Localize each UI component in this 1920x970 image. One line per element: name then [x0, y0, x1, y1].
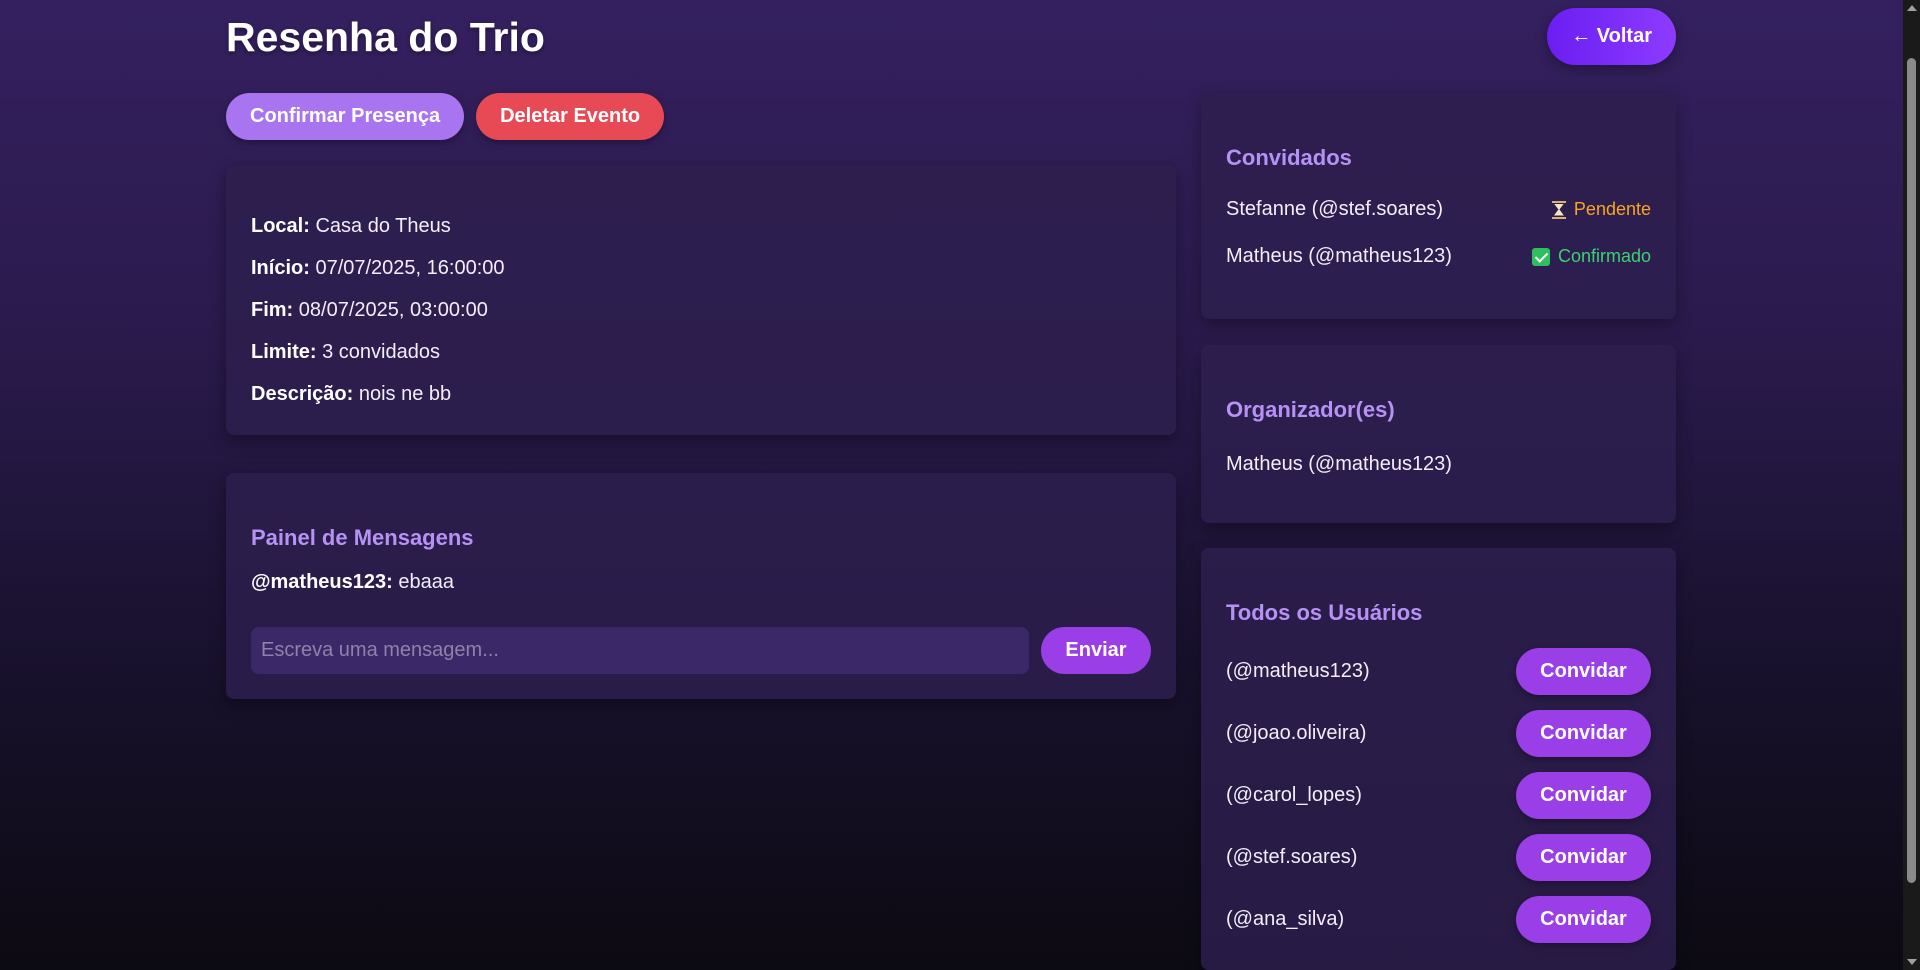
detail-description: Descrição: nois ne bb — [251, 373, 1151, 415]
invite-button[interactable]: Convidar — [1516, 647, 1651, 695]
hourglass-icon — [1551, 200, 1566, 219]
guest-status-badge: Confirmado — [1531, 246, 1651, 267]
user-list: (@matheus123) Convidar (@joao.oliveira) … — [1226, 640, 1651, 950]
detail-local-label: Local: — [251, 215, 310, 237]
detail-limit-value: 3 convidados — [322, 341, 440, 363]
page-header: Resenha do Trio ← Voltar — [226, 8, 1676, 72]
guest-list: Stefanne (@stef.soares) Pendente Matheus… — [1226, 186, 1651, 280]
detail-local: Local: Casa do Theus — [251, 205, 1151, 247]
message-author: @matheus123: — [251, 571, 393, 593]
user-row: (@joao.oliveira) Convidar — [1226, 702, 1651, 764]
guest-name: Stefanne (@stef.soares) — [1226, 198, 1444, 220]
detail-limit-label: Limite: — [251, 341, 317, 363]
confirm-presence-button[interactable]: Confirmar Presença — [226, 93, 465, 140]
detail-description-value: nois ne bb — [358, 383, 452, 405]
user-handle: (@matheus123) — [1226, 659, 1370, 682]
scroll-up-arrow-icon[interactable] — [1907, 5, 1917, 11]
user-handle: (@ana_silva) — [1226, 907, 1345, 930]
organizer-name: Matheus (@matheus123) — [1226, 453, 1452, 475]
guest-row: Matheus (@matheus123) Confirmado — [1226, 233, 1651, 280]
scroll-down-arrow-icon[interactable] — [1907, 959, 1917, 965]
detail-start: Início: 07/07/2025, 16:00:00 — [251, 247, 1151, 289]
invite-button[interactable]: Convidar — [1516, 895, 1651, 943]
user-row: (@matheus123) Convidar — [1226, 640, 1651, 702]
user-row: (@carol_lopes) Convidar — [1226, 764, 1651, 826]
guest-name: Matheus (@matheus123) — [1226, 245, 1452, 267]
detail-start-label: Início: — [251, 257, 310, 279]
user-row: (@stef.soares) Convidar — [1226, 826, 1651, 888]
messages-title: Painel de Mensagens — [251, 525, 474, 550]
organizers-card: Organizador(es) Matheus (@matheus123) — [1201, 345, 1676, 523]
user-handle: (@stef.soares) — [1226, 845, 1358, 868]
guest-status-badge: Pendente — [1551, 199, 1651, 220]
guest-row: Stefanne (@stef.soares) Pendente — [1226, 186, 1651, 233]
delete-event-button[interactable]: Deletar Evento — [476, 93, 665, 140]
user-handle: (@carol_lopes) — [1226, 783, 1362, 806]
invite-button[interactable]: Convidar — [1516, 771, 1651, 819]
scrollbar-thumb[interactable] — [1907, 58, 1916, 883]
detail-description-label: Descrição: — [251, 383, 354, 405]
guest-status-text: Pendente — [1573, 199, 1651, 219]
detail-end-label: Fim: — [251, 299, 294, 321]
all-users-card: Todos os Usuários (@matheus123) Convidar… — [1201, 548, 1676, 970]
vertical-scrollbar[interactable] — [1903, 0, 1920, 970]
detail-local-value: Casa do Theus — [315, 215, 451, 237]
invite-button[interactable]: Convidar — [1516, 709, 1651, 757]
organizers-title: Organizador(es) — [1226, 397, 1395, 422]
detail-limit: Limite: 3 convidados — [251, 331, 1151, 373]
guests-card: Convidados Stefanne (@stef.soares) Pende… — [1201, 93, 1676, 319]
message-text: ebaaa — [398, 571, 454, 593]
guest-status-text: Confirmado — [1557, 246, 1651, 266]
message-form: Enviar — [251, 627, 1151, 674]
back-button[interactable]: ← Voltar — [1547, 8, 1676, 65]
check-icon — [1531, 247, 1550, 266]
event-page: Resenha do Trio ← Voltar Confirmar Prese… — [226, 0, 1676, 970]
detail-end-value: 08/07/2025, 03:00:00 — [298, 299, 488, 321]
detail-start-value: 07/07/2025, 16:00:00 — [315, 257, 505, 279]
page-title: Resenha do Trio — [226, 14, 545, 60]
event-details-card: Local: Casa do Theus Início: 07/07/2025,… — [226, 165, 1176, 435]
guests-title: Convidados — [1226, 145, 1352, 170]
user-row: (@ana_silva) Convidar — [1226, 888, 1651, 950]
message-item: @matheus123: ebaaa — [251, 571, 1151, 594]
user-handle: (@joao.oliveira) — [1226, 721, 1367, 744]
message-input[interactable] — [251, 627, 1029, 674]
messages-panel: Painel de Mensagens @matheus123: ebaaa E… — [226, 473, 1176, 699]
invite-button[interactable]: Convidar — [1516, 833, 1651, 881]
users-title: Todos os Usuários — [1226, 600, 1423, 625]
detail-end: Fim: 08/07/2025, 03:00:00 — [251, 289, 1151, 331]
send-message-button[interactable]: Enviar — [1041, 627, 1151, 674]
event-actions: Confirmar Presença Deletar Evento — [226, 93, 665, 140]
